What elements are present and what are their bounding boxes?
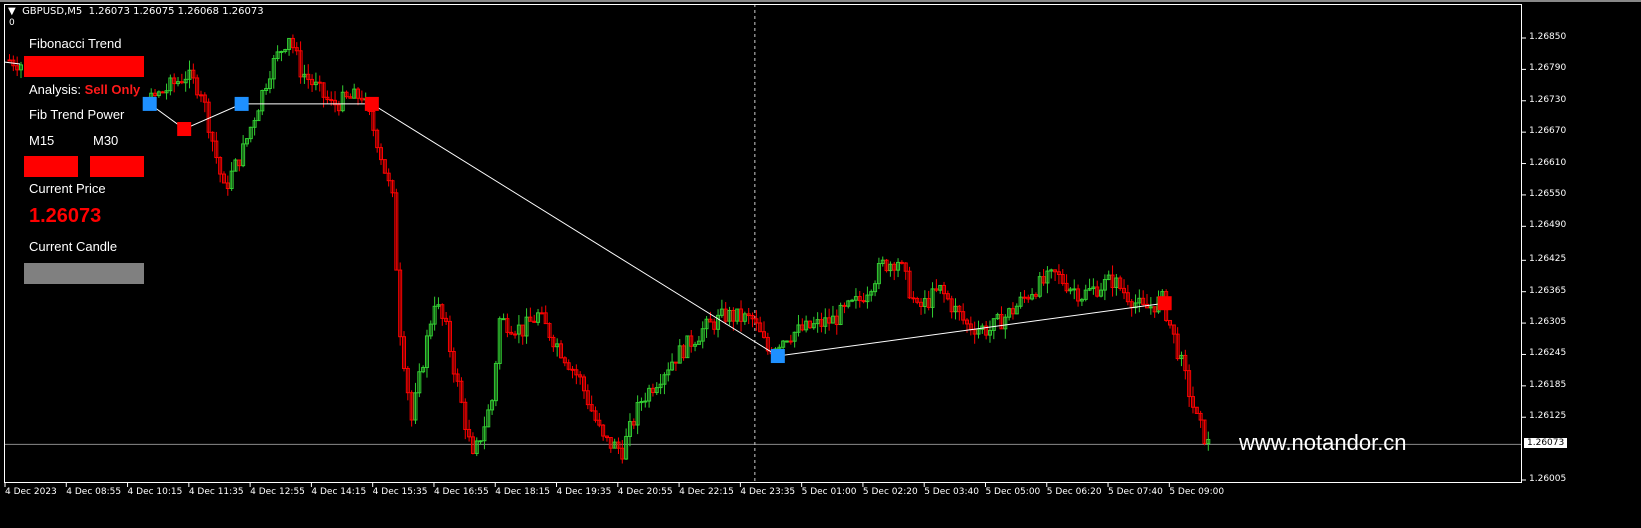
price-tick-label: 1.26005 bbox=[1529, 474, 1567, 484]
price-tick-label: 1.26245 bbox=[1529, 348, 1567, 359]
panel-title: Fibonacci Trend bbox=[29, 36, 122, 51]
analysis-row: Analysis: Sell Only bbox=[29, 82, 140, 97]
time-tick-label: 4 Dec 14:15 bbox=[311, 487, 367, 497]
time-tick-label: 4 Dec 22:15 bbox=[679, 487, 734, 497]
price-tick-label: 1.26490 bbox=[1529, 220, 1567, 231]
current-price-label: Current Price bbox=[29, 181, 106, 196]
price-tick-label: 1.26730 bbox=[1529, 94, 1567, 105]
power-label: Fib Trend Power bbox=[29, 107, 125, 122]
time-tick-label: 4 Dec 20:55 bbox=[617, 487, 673, 497]
time-tick-label: 4 Dec 10:15 bbox=[127, 487, 183, 497]
time-tick-label: 4 Dec 16:55 bbox=[433, 487, 489, 497]
price-tick-label: 1.26425 bbox=[1529, 254, 1567, 265]
current-candle-box bbox=[24, 263, 144, 284]
time-tick-label: 5 Dec 01:00 bbox=[801, 487, 857, 497]
m15-power-box bbox=[24, 156, 78, 177]
subwindow-value: 0 bbox=[9, 18, 15, 28]
m30-label: M30 bbox=[93, 133, 119, 148]
price-tick-label: 1.26670 bbox=[1529, 126, 1567, 137]
time-tick-label: 4 Dec 19:35 bbox=[556, 487, 612, 497]
time-tick-label: 5 Dec 09:00 bbox=[1169, 487, 1225, 497]
time-tick-label: 4 Dec 11:35 bbox=[188, 487, 244, 497]
trend-indicator-box bbox=[24, 56, 144, 77]
time-tick-label: 4 Dec 2023 bbox=[5, 487, 57, 497]
time-tick-label: 4 Dec 15:35 bbox=[372, 487, 428, 497]
price-tick-label: 1.26185 bbox=[1529, 379, 1567, 390]
chart-frame bbox=[4, 4, 1522, 483]
price-tick-label: 1.26850 bbox=[1529, 32, 1567, 42]
watermark: www.notandor.cn bbox=[1239, 430, 1407, 455]
analysis-value: Sell Only bbox=[84, 82, 141, 97]
time-tick-label: 5 Dec 06:20 bbox=[1046, 487, 1102, 497]
analysis-label: Analysis: bbox=[29, 82, 82, 97]
ohlc-values: 1.26073 1.26075 1.26068 1.26073 bbox=[88, 6, 264, 17]
current-price-tag: 1.26073 bbox=[1524, 438, 1568, 449]
current-price-value: 1.26073 bbox=[29, 205, 102, 227]
time-tick-label: 4 Dec 18:15 bbox=[495, 487, 551, 497]
price-tick-label: 1.26305 bbox=[1529, 317, 1567, 328]
m15-label: M15 bbox=[29, 133, 55, 148]
time-tick-label: 5 Dec 07:40 bbox=[1108, 487, 1163, 497]
price-tick-label: 1.26550 bbox=[1529, 188, 1567, 199]
time-tick-label: 5 Dec 03:40 bbox=[924, 487, 979, 497]
m30-power-box bbox=[90, 156, 144, 177]
price-tick-label: 1.26790 bbox=[1529, 63, 1567, 74]
time-tick-label: 4 Dec 23:35 bbox=[740, 487, 796, 497]
price-tick-label: 1.26125 bbox=[1529, 411, 1567, 422]
symbol-label: GBPUSD,M5 bbox=[22, 6, 83, 17]
time-tick-label: 5 Dec 05:00 bbox=[985, 487, 1041, 497]
chart-header: ▼ GBPUSD,M5 1.26073 1.26075 1.26068 1.26… bbox=[8, 6, 264, 17]
price-tick-label: 1.26610 bbox=[1529, 157, 1567, 168]
time-tick-label: 5 Dec 02:20 bbox=[862, 487, 918, 497]
price-tick-label: 1.26365 bbox=[1529, 285, 1567, 296]
current-candle-label: Current Candle bbox=[29, 239, 118, 254]
time-tick-label: 4 Dec 08:55 bbox=[66, 487, 122, 497]
time-tick-label: 4 Dec 12:55 bbox=[250, 487, 305, 497]
